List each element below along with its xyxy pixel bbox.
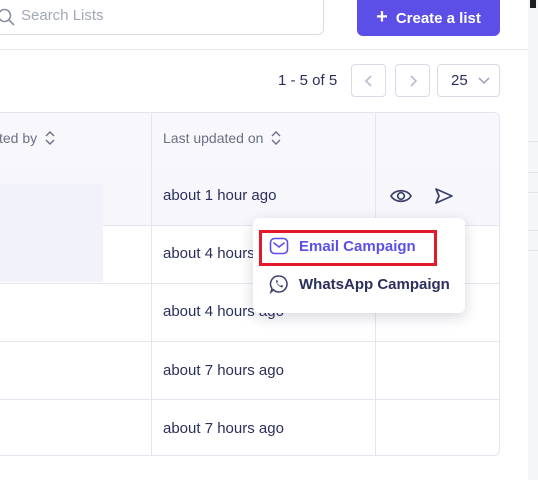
search-placeholder: Search Lists bbox=[21, 7, 104, 24]
per-page-select[interactable]: 25 bbox=[437, 64, 500, 97]
search-input[interactable]: Search Lists bbox=[0, 0, 324, 35]
send-icon[interactable] bbox=[433, 186, 455, 206]
table-row[interactable]: about 1 hour ago bbox=[0, 166, 499, 226]
column-header-created-by-label: ted by bbox=[0, 130, 38, 146]
table-header: ted by Last updated on bbox=[0, 113, 499, 167]
window-edge bbox=[528, 0, 538, 480]
search-icon bbox=[0, 8, 15, 26]
create-list-button[interactable]: + Create a list bbox=[357, 0, 500, 36]
create-list-label: Create a list bbox=[395, 9, 481, 27]
column-header-created-by[interactable]: ted by bbox=[0, 130, 55, 146]
pagination-range: 1 - 5 of 5 bbox=[278, 72, 338, 89]
chevron-right-icon bbox=[409, 74, 417, 87]
highlight-annotation bbox=[259, 230, 437, 266]
whatsapp-icon bbox=[269, 275, 288, 294]
prev-page-button[interactable] bbox=[351, 64, 386, 97]
whatsapp-campaign-label: WhatsApp Campaign bbox=[299, 275, 450, 293]
plus-icon: + bbox=[376, 6, 388, 28]
column-header-last-updated-label: Last updated on bbox=[163, 130, 264, 146]
last-updated-cell: about 1 hour ago bbox=[163, 187, 277, 204]
whatsapp-campaign-option[interactable]: WhatsApp Campaign bbox=[253, 266, 465, 302]
table-row[interactable]: about 7 hours ago bbox=[0, 341, 499, 400]
sort-icon bbox=[45, 131, 55, 145]
per-page-value: 25 bbox=[451, 72, 468, 89]
column-divider bbox=[151, 113, 152, 455]
chevron-down-icon bbox=[478, 76, 490, 84]
sort-icon bbox=[271, 131, 281, 145]
next-page-button[interactable] bbox=[395, 64, 430, 97]
table-row[interactable]: about 7 hours ago bbox=[0, 399, 499, 455]
toolbar-divider bbox=[0, 49, 528, 50]
last-updated-cell: about 7 hours ago bbox=[163, 420, 284, 437]
view-eye-icon[interactable] bbox=[389, 186, 413, 206]
column-header-last-updated[interactable]: Last updated on bbox=[163, 130, 281, 146]
chevron-left-icon bbox=[364, 74, 372, 87]
last-updated-cell: about 7 hours ago bbox=[163, 362, 284, 379]
row-actions bbox=[375, 166, 499, 225]
